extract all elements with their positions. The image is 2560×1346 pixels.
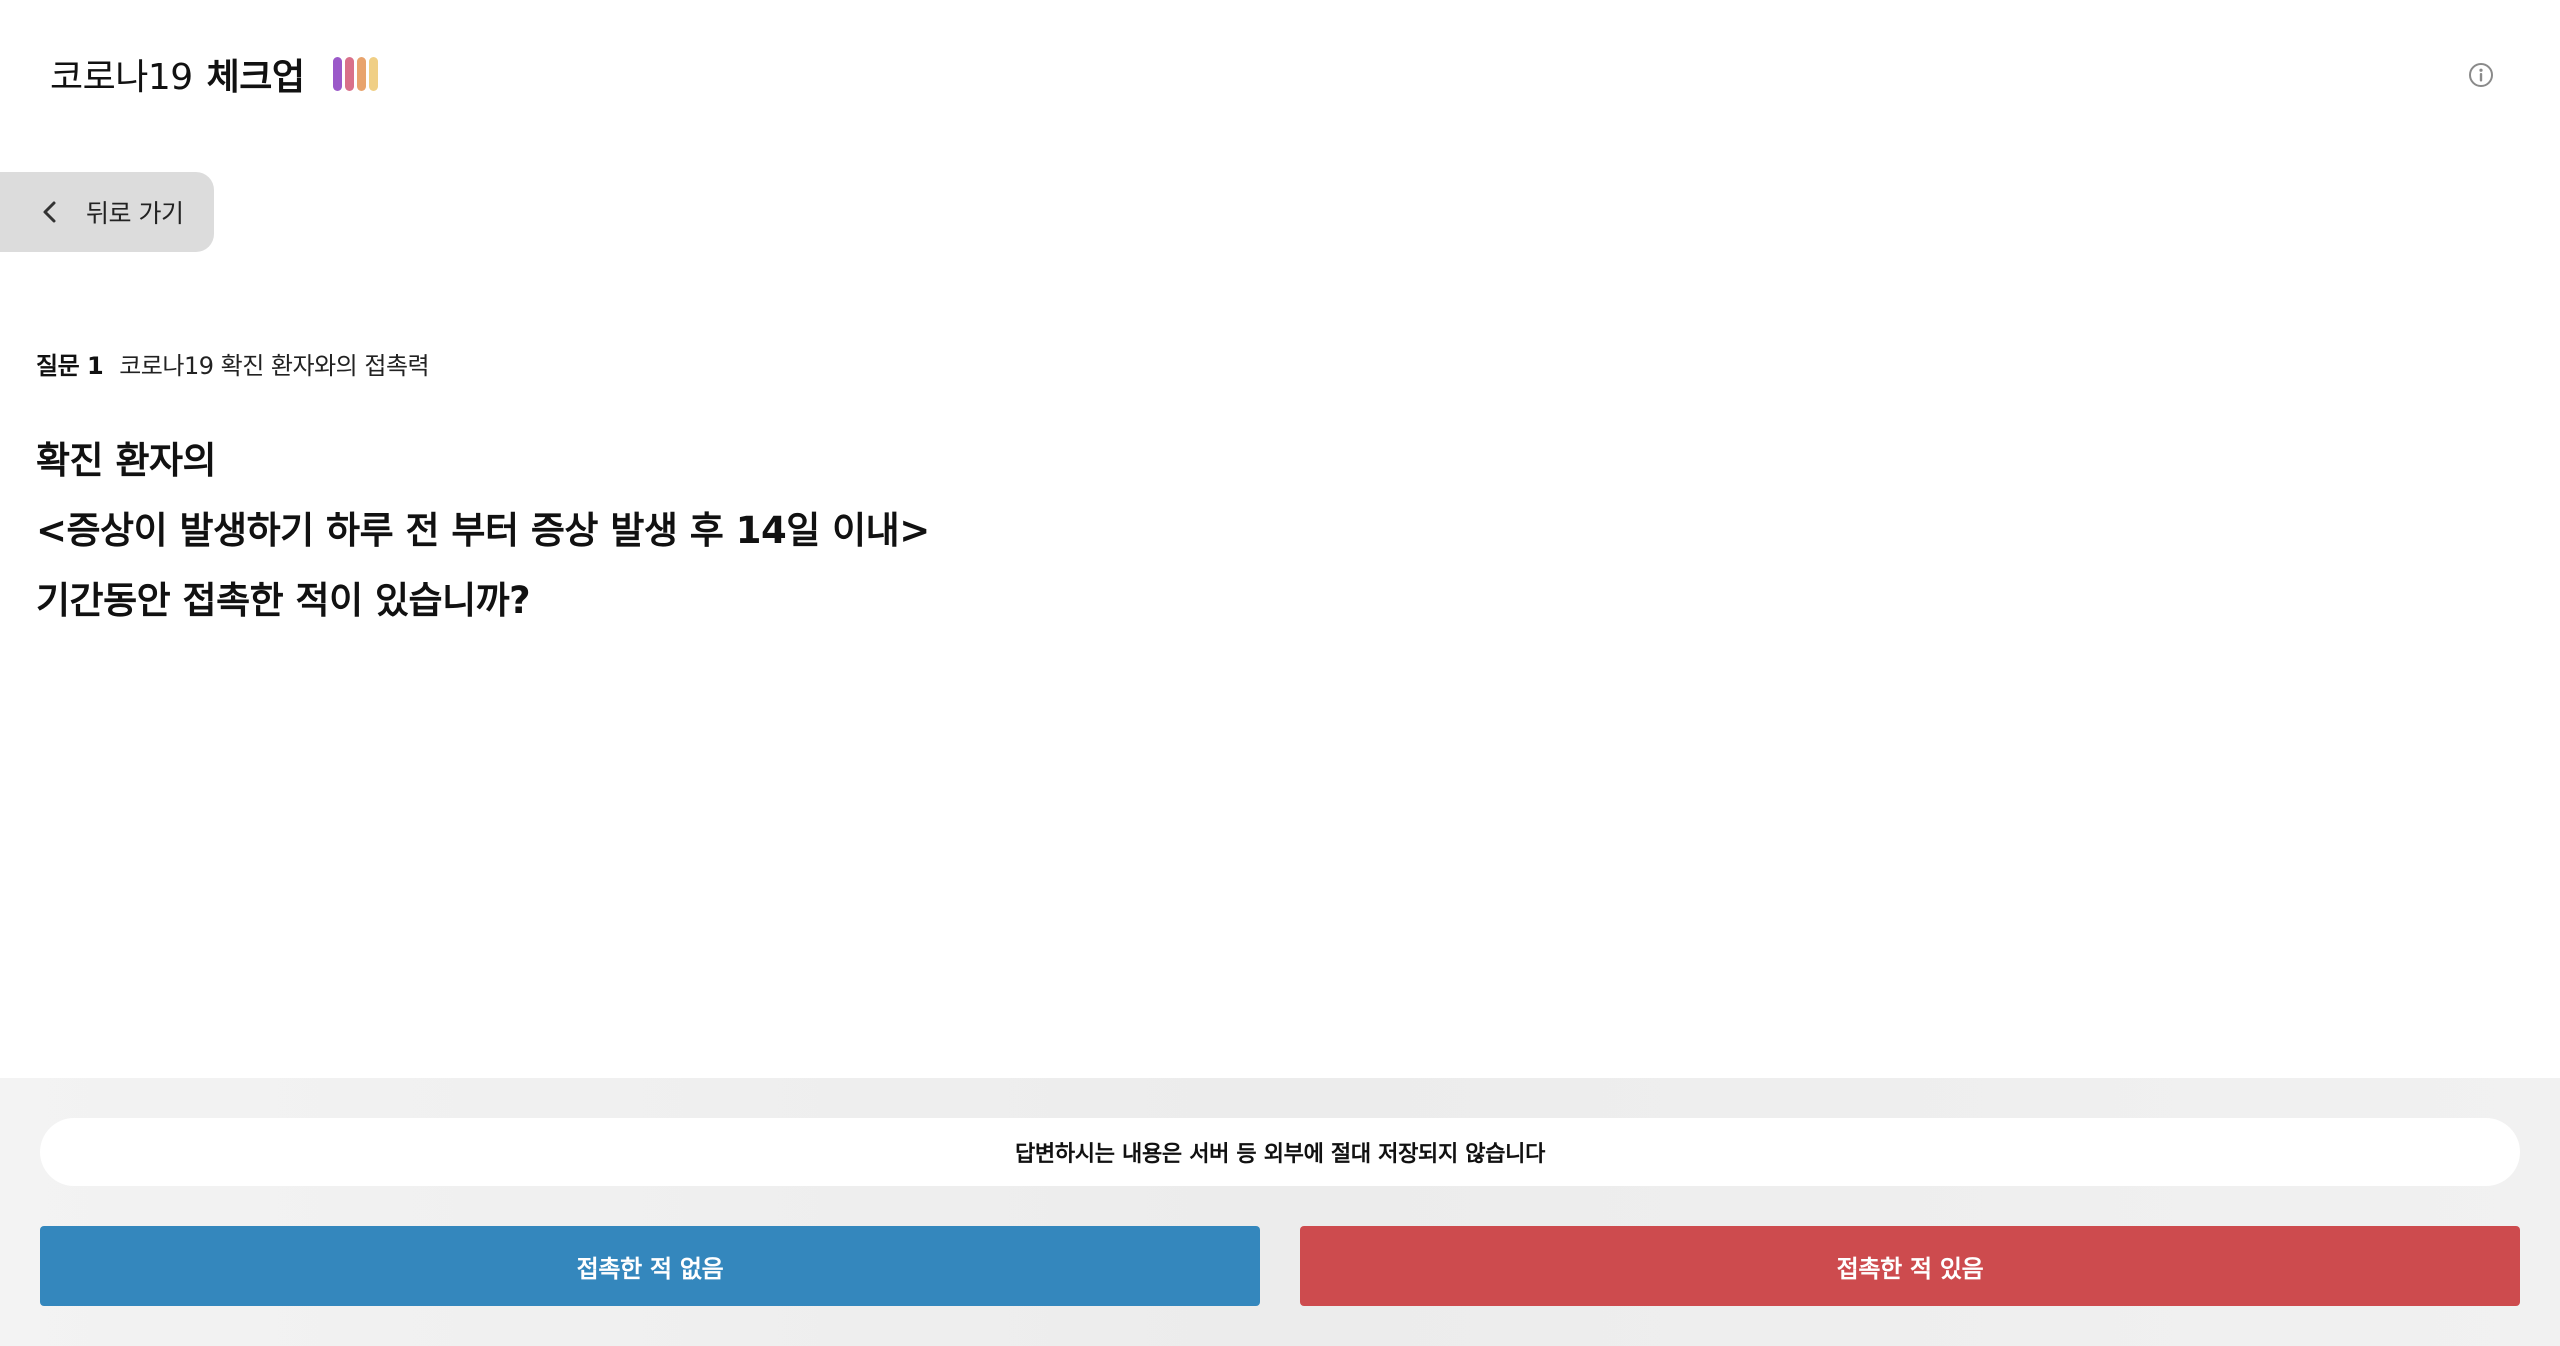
question-line: 확진 환자의 bbox=[36, 439, 217, 482]
question-number: 질문 1 bbox=[36, 352, 104, 380]
answer-contact-button[interactable]: 접촉한 적 있음 bbox=[1300, 1226, 2520, 1306]
app-logo[interactable]: 코로나19 체크업 bbox=[50, 48, 378, 100]
chevron-left-icon bbox=[40, 198, 60, 226]
question-text: 확진 환자의 <증상이 발생하기 하루 전 부터 증상 발생 후 14일 이내>… bbox=[36, 426, 930, 636]
question-line: 기간동안 접촉한 적이 있습니까? bbox=[36, 579, 531, 622]
logo-bars-icon bbox=[332, 57, 378, 91]
question-meta: 질문 1 코로나19 확진 환자와의 접촉력 bbox=[36, 346, 430, 381]
question-category: 코로나19 확진 환자와의 접촉력 bbox=[119, 352, 430, 380]
logo-bar bbox=[368, 57, 378, 91]
back-button[interactable]: 뒤로 가기 bbox=[0, 172, 214, 252]
logo-bar bbox=[344, 57, 354, 91]
logo-text-light: 코로나19 bbox=[50, 57, 193, 98]
info-circle-icon bbox=[2469, 63, 2493, 87]
logo-text-bold: 체크업 bbox=[206, 57, 305, 98]
app-header: 코로나19 체크업 bbox=[0, 0, 2560, 150]
back-button-label: 뒤로 가기 bbox=[86, 199, 184, 228]
info-button[interactable] bbox=[2468, 62, 2494, 88]
logo-bar bbox=[356, 57, 366, 91]
answer-footer: 답변하시는 내용은 서버 등 외부에 절대 저장되지 않습니다 접촉한 적 없음… bbox=[0, 1078, 2560, 1346]
answer-no-contact-button[interactable]: 접촉한 적 없음 bbox=[40, 1226, 1260, 1306]
logo-bar bbox=[332, 57, 342, 91]
privacy-notice: 답변하시는 내용은 서버 등 외부에 절대 저장되지 않습니다 bbox=[40, 1118, 2520, 1186]
question-line: <증상이 발생하기 하루 전 부터 증상 발생 후 14일 이내> bbox=[36, 509, 930, 552]
